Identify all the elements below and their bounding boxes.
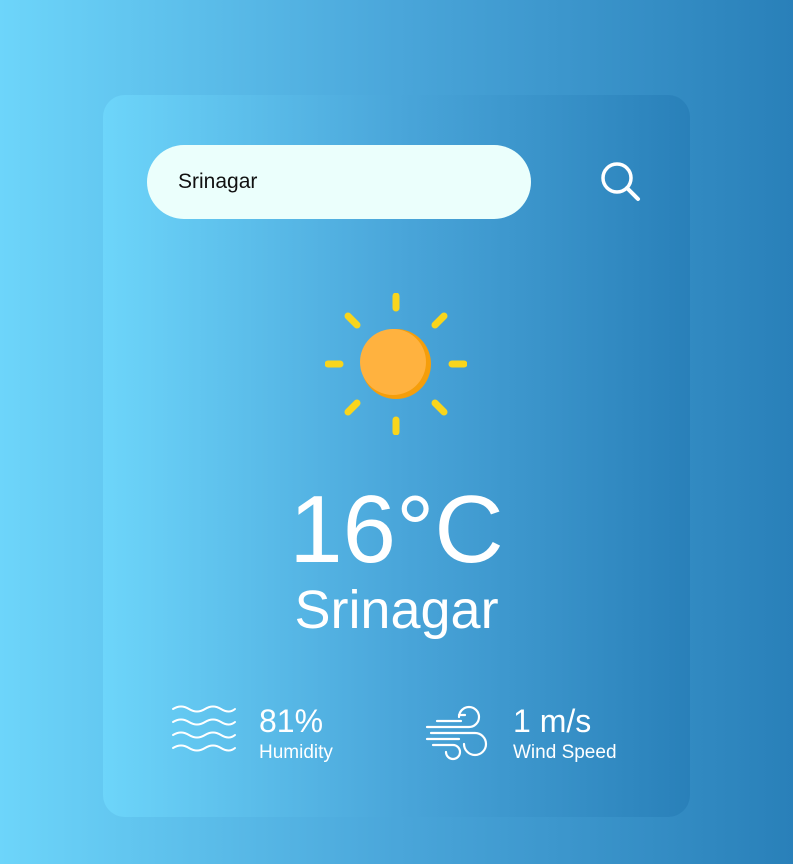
city-name: Srinagar [294,580,499,640]
temperature: 16°C [289,476,504,583]
search-button[interactable] [599,155,653,209]
wind-detail: 1 m/s Wind Speed [423,701,643,771]
wind-icon [423,701,489,772]
sun-icon [324,292,468,436]
wind-speed-value: 1 m/s [513,703,592,739]
humidity-detail: 81% Humidity [171,701,371,771]
humidity-label: Humidity [259,742,333,763]
search-icon [599,160,653,204]
wind-speed-label: Wind Speed [513,742,617,763]
search-input[interactable] [147,145,531,219]
humidity-waves-icon [171,701,237,766]
humidity-value: 81% [259,703,324,739]
weather-card: 16°C Srinagar 81% Humidity [103,95,690,817]
